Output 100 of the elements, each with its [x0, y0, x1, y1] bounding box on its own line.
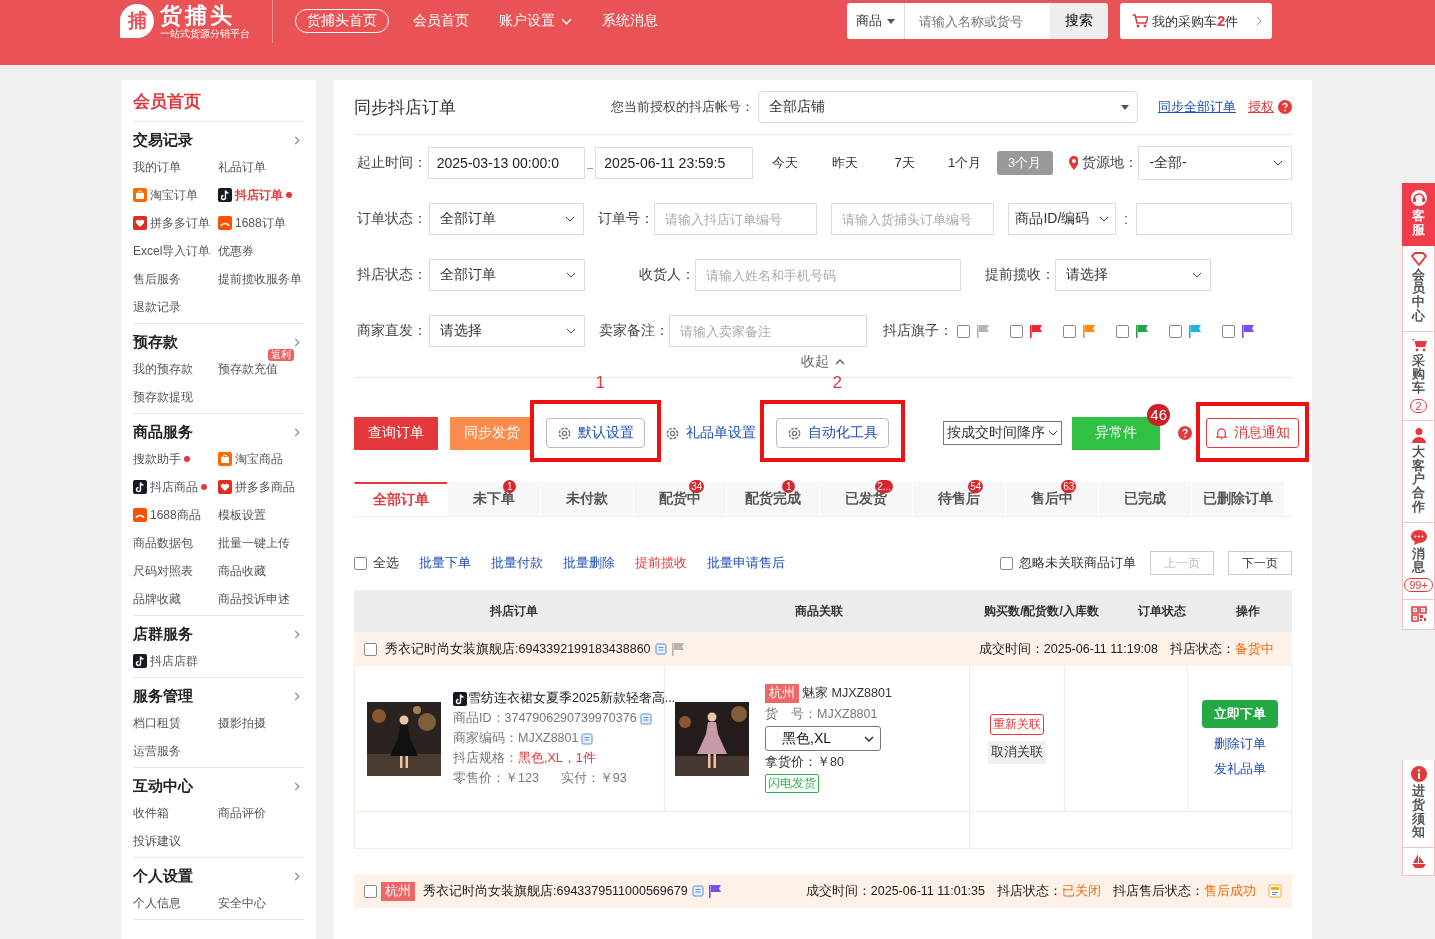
sidebar-link[interactable]: 商品数据包 — [133, 534, 193, 552]
order-number-field[interactable]: 请输入抖店订单编号 — [654, 203, 818, 235]
range-button[interactable]: 昨天 — [816, 151, 873, 175]
checkbox[interactable] — [1222, 324, 1235, 338]
sidebar-link[interactable]: 提前揽收服务单 — [218, 270, 302, 288]
float-item[interactable]: 客服 — [1402, 183, 1435, 246]
checkbox[interactable] — [957, 324, 970, 338]
sidebar-link[interactable]: 商品收藏 — [218, 562, 266, 580]
nav-link[interactable]: 系统消息 — [602, 12, 658, 30]
checkbox[interactable] — [1116, 324, 1129, 338]
sidebar-link[interactable]: 淘宝订单 — [150, 186, 198, 204]
copy-icon[interactable] — [581, 732, 594, 745]
sidebar-link[interactable]: 档口租赁 — [133, 714, 181, 732]
remark-field[interactable]: 请输入卖家备注 — [669, 315, 867, 347]
chevron-icon[interactable] — [294, 338, 300, 347]
sidebar-link[interactable]: 拼多多商品 — [235, 478, 295, 496]
auth-link[interactable]: 授权 — [1248, 98, 1274, 116]
sidebar-link[interactable]: 预存款充值 — [218, 360, 278, 378]
chevron-icon[interactable] — [294, 428, 300, 437]
range-button[interactable]: 7天 — [876, 151, 933, 175]
status-tab[interactable]: 已删除订单 — [1191, 482, 1284, 516]
status-tab[interactable]: 配货完成 1 — [726, 482, 819, 516]
checkbox[interactable] — [1000, 556, 1013, 570]
query-button[interactable]: 查询订单 — [354, 416, 438, 450]
sidebar-link[interactable]: 抖店订单 — [235, 186, 283, 204]
collapse-link[interactable]: 收起 — [801, 353, 845, 371]
batch-link[interactable]: 批量下单 — [419, 554, 471, 572]
sidebar-link[interactable]: 预存款提现 — [133, 388, 193, 406]
checkbox[interactable] — [364, 884, 377, 898]
pickup-select[interactable]: 请选择 — [1055, 259, 1211, 291]
float-item[interactable] — [1402, 848, 1435, 876]
order-status-select[interactable]: 全部订单 — [428, 203, 585, 235]
supplier-name[interactable]: 魅家 MJXZ8801 — [802, 685, 892, 702]
sidebar-link[interactable]: 抖店店群 — [150, 652, 198, 670]
sidebar-link[interactable]: 我的订单 — [133, 158, 181, 176]
sidebar-link[interactable]: 优惠券 — [218, 242, 254, 260]
status-tab[interactable]: 已完成 — [1098, 482, 1191, 516]
unlink-button[interactable]: 取消关联 — [988, 740, 1046, 764]
batch-link[interactable]: 批量申请售后 — [707, 554, 785, 572]
float-item[interactable] — [1402, 600, 1435, 630]
sidebar-link[interactable]: 拼多多订单 — [150, 214, 210, 232]
sidebar-link[interactable]: 收件箱 — [133, 804, 169, 822]
product-title[interactable]: 雪纺连衣裙女夏季2025新款轻奢高... — [468, 690, 676, 707]
checkbox[interactable] — [354, 556, 367, 570]
status-tab[interactable]: 配货中 34 — [633, 482, 726, 516]
note-icon[interactable] — [1268, 884, 1282, 898]
sidebar-link[interactable]: 售后服务 — [133, 270, 181, 288]
chevron-icon[interactable] — [294, 872, 300, 881]
chevron-icon[interactable] — [294, 630, 300, 639]
batch-link[interactable]: 批量删除 — [563, 554, 615, 572]
receiver-field[interactable]: 请输入姓名和手机号码 — [695, 259, 961, 291]
start-date-field[interactable]: 2025-03-13 00:00:0 — [427, 147, 586, 179]
sidebar-link[interactable]: 礼品订单 — [218, 158, 266, 176]
sidebar-link[interactable]: 品牌收藏 — [133, 590, 181, 608]
relink-button[interactable]: 重新关联 — [990, 713, 1044, 735]
chevron-icon[interactable] — [294, 692, 300, 701]
search-button[interactable]: 搜索 — [1050, 3, 1108, 39]
sidebar-link[interactable]: 批量一键上传 — [218, 534, 290, 552]
sidebar-link[interactable]: 运营服务 — [133, 742, 181, 760]
copy-icon[interactable] — [654, 643, 667, 655]
chevron-icon[interactable] — [294, 136, 300, 145]
float-item[interactable]: 采购车 2 — [1402, 331, 1435, 421]
checkbox[interactable] — [1010, 324, 1023, 338]
origin-select[interactable]: -全部- — [1138, 146, 1293, 180]
sidebar-link[interactable]: 个人信息 — [133, 894, 181, 912]
sidebar-link[interactable]: 模板设置 — [218, 506, 266, 524]
order-number-field[interactable]: 请输入货捕头订单编号 — [831, 203, 995, 235]
sidebar-link[interactable]: 商品评价 — [218, 804, 266, 822]
batch-link[interactable]: 提前揽收 — [635, 554, 687, 572]
sync-link[interactable]: 同步全部订单 — [1158, 98, 1236, 116]
float-item[interactable]: 会员中心 — [1402, 245, 1435, 332]
direct-select[interactable]: 请选择 — [429, 315, 585, 347]
float-item[interactable]: 进货须知 — [1402, 760, 1435, 848]
checkbox[interactable] — [1063, 324, 1076, 338]
sidebar-link[interactable]: 摄影拍摄 — [218, 714, 266, 732]
checkbox[interactable] — [364, 642, 377, 656]
status-tab[interactable]: 未下单 1 — [447, 482, 540, 516]
chevron-icon[interactable] — [294, 782, 300, 791]
batch-link[interactable]: 批量付款 — [491, 554, 543, 572]
action-link[interactable]: 发礼品单 — [1213, 760, 1266, 778]
float-item[interactable]: 消息 99+ — [1402, 522, 1435, 600]
sidebar-link[interactable]: 投诉建议 — [133, 832, 181, 850]
help-icon[interactable] — [1278, 100, 1292, 114]
variant-select[interactable]: 黑色,XL — [765, 726, 881, 751]
sidebar-link[interactable]: 搜款助手 — [133, 450, 181, 468]
status-tab[interactable]: 未付款 — [540, 482, 633, 516]
action-link[interactable]: 删除订单 — [1213, 735, 1266, 753]
sidebar-link[interactable]: 1688订单 — [235, 214, 286, 232]
sidebar-link[interactable]: 尺码对照表 — [133, 562, 193, 580]
copy-icon[interactable] — [639, 712, 652, 725]
status-tab[interactable]: 已发货 2... — [819, 482, 912, 516]
sort-select[interactable]: 按成交时间降序 — [943, 421, 1062, 445]
sidebar-link[interactable]: 淘宝商品 — [235, 450, 283, 468]
search-field[interactable]: 请输入名称或货号 — [905, 3, 1050, 39]
product-id-field[interactable] — [1136, 203, 1292, 235]
settings-button[interactable]: 自动化工具 — [776, 418, 889, 448]
product-id-select[interactable]: 商品ID/编码 — [1008, 203, 1117, 235]
copy-icon[interactable] — [691, 885, 704, 897]
next-page-button[interactable]: 下一页 — [1228, 551, 1292, 575]
sidebar-link[interactable]: 商品投诉申述 — [218, 590, 290, 608]
